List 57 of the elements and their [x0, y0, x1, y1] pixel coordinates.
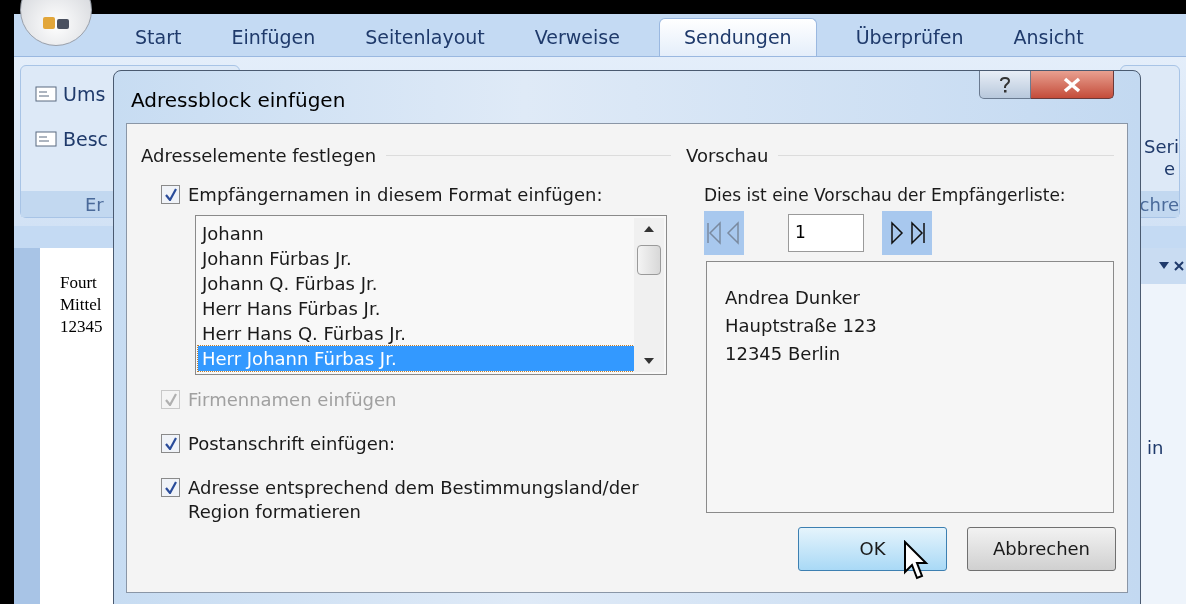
ribbon-command[interactable]: Ums [63, 80, 106, 109]
checkmark-icon [164, 481, 177, 494]
close-icon [1062, 76, 1082, 93]
next-record-icon[interactable] [888, 218, 906, 247]
section-heading: Adresselemente festlegen [141, 144, 377, 168]
ribbon-tab[interactable]: Verweise [509, 18, 645, 56]
close-button[interactable] [1031, 71, 1114, 99]
list-item[interactable]: Johann [198, 221, 634, 246]
ok-button[interactable]: OK [798, 526, 947, 571]
help-button[interactable] [979, 71, 1031, 99]
document-text: Fourt [60, 272, 97, 294]
ribbon-command[interactable]: e [1163, 158, 1179, 180]
list-item[interactable]: Johann Fürbas Jr. [198, 246, 634, 271]
ribbon-tab[interactable]: Seitenlayout [340, 18, 510, 56]
logo-icon [41, 17, 71, 31]
option-label: Firmennamen einfügen [188, 388, 397, 412]
scroll-thumb[interactable] [637, 245, 661, 275]
option-label: Postanschrift einfügen: [188, 432, 396, 456]
dropdown-icon[interactable] [1158, 261, 1170, 271]
ribbon-command[interactable]: Seri [1144, 136, 1179, 158]
scroll-down-icon[interactable] [644, 358, 654, 364]
record-field[interactable]: 1 [788, 213, 864, 252]
close-icon[interactable] [1174, 261, 1184, 271]
ribbon-tab[interactable]: Start [110, 18, 207, 56]
document-icon [35, 85, 57, 104]
pane-text: in [1146, 436, 1165, 460]
address-line: Hauptstraße 123 [725, 313, 878, 338]
mouse-cursor-icon [903, 540, 929, 582]
document-text: 12345 [60, 316, 103, 338]
address-line: 12345 Berlin [725, 341, 842, 366]
window-title: Adressblock einfügen [131, 87, 346, 114]
ribbon-command[interactable]: Besc [63, 124, 109, 153]
ribbon-tab[interactable]: Ansicht [988, 18, 1109, 56]
section-heading: Vorschau [686, 144, 769, 168]
checkbox[interactable] [161, 185, 180, 204]
document-text: Mittel [60, 294, 102, 316]
option-label: Adresse entsprechend dem Bestimmungsland/der Region formatieren [188, 476, 640, 524]
checkbox[interactable] [161, 478, 180, 497]
checkmark-icon [164, 437, 177, 450]
checkmark-icon [164, 393, 177, 406]
address-line: Andrea Dunker [725, 285, 861, 310]
checkbox[interactable] [161, 434, 180, 453]
help-icon [999, 75, 1011, 94]
ribbon-tab[interactable]: Sendungen [658, 18, 817, 56]
ribbon-tab[interactable]: Einfügen [206, 18, 341, 56]
ribbon-tab[interactable]: Überprüfen [830, 18, 989, 56]
group-label: Er [85, 192, 104, 217]
option-label: Empfängernamen in diesem Format einfügen: [188, 183, 603, 207]
group-label: chre [1139, 192, 1179, 217]
document-icon [35, 129, 57, 148]
list-item[interactable]: Johann Q. Fürbas Jr. [198, 271, 634, 296]
checkmark-icon [164, 188, 177, 201]
list-item[interactable]: Herr Hans Q. Fürbas Jr. [198, 321, 634, 346]
preview-caption: Dies ist eine Vorschau der Empfängerliste: [704, 184, 1067, 207]
last-record-icon[interactable] [908, 218, 926, 247]
list-item[interactable]: Herr Hans Fürbas Jr. [198, 296, 634, 321]
cancel-button[interactable]: Abbrechen [967, 526, 1116, 571]
